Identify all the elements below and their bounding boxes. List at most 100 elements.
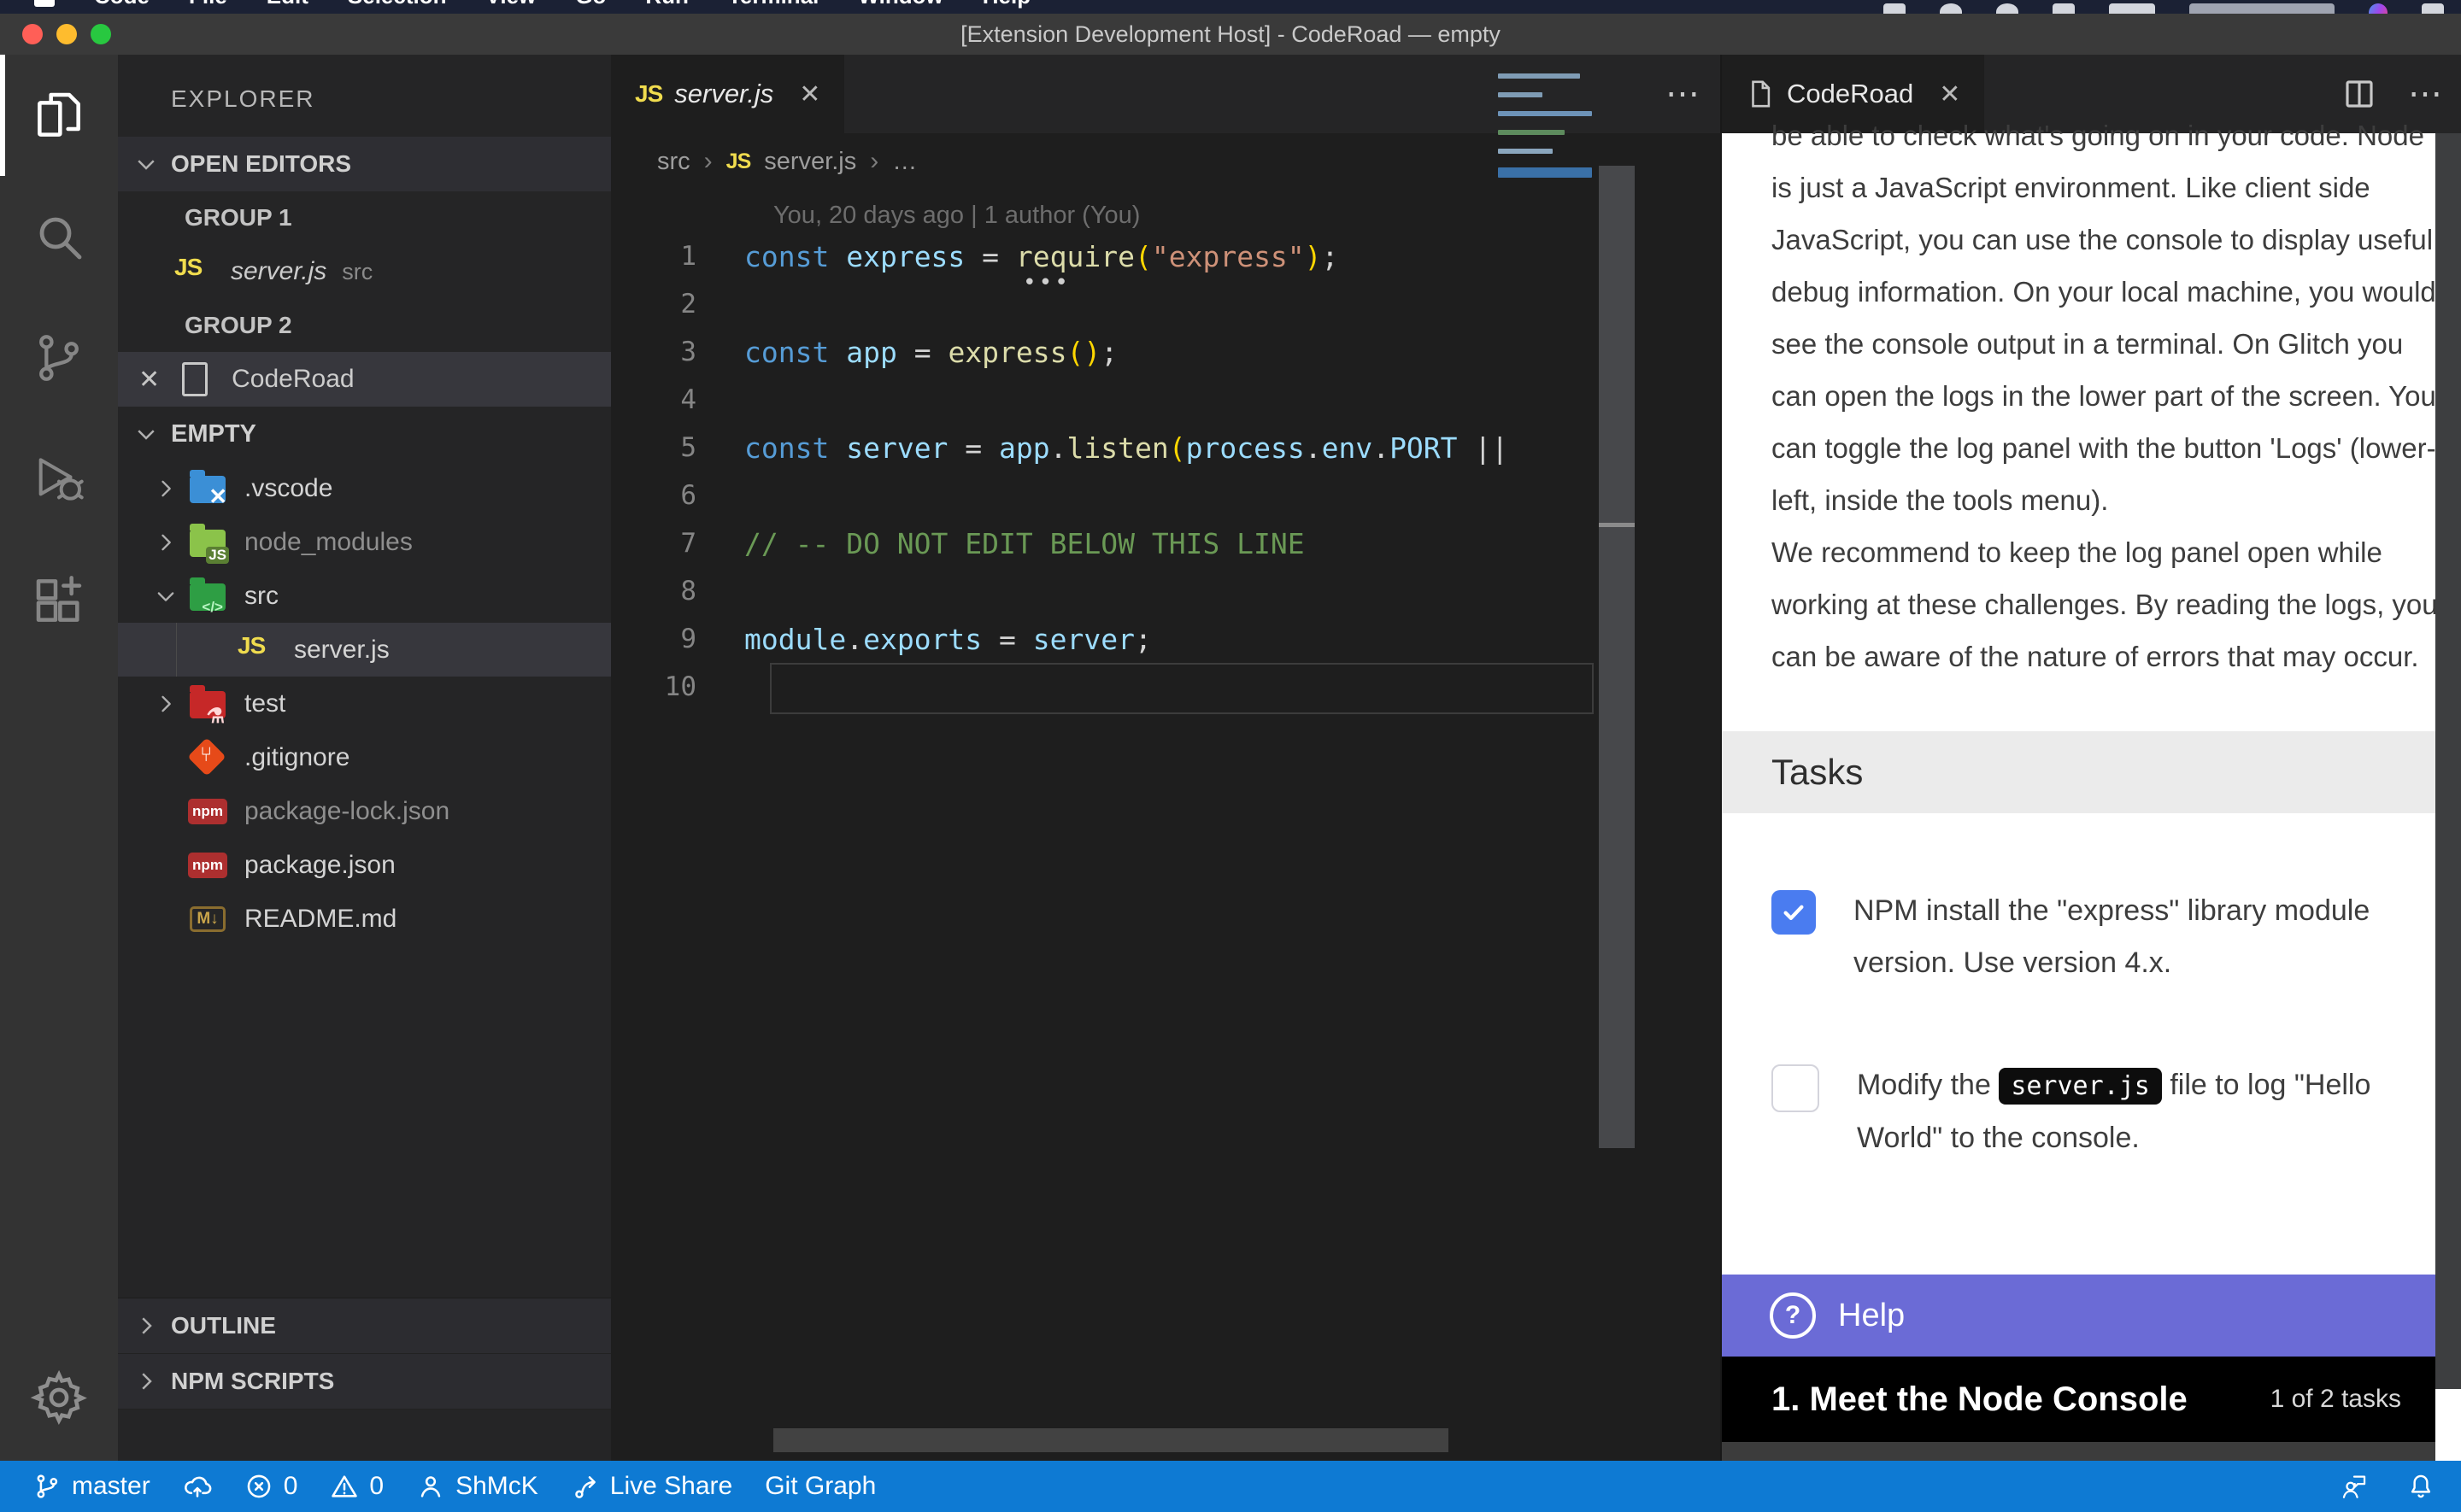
- siri-icon: [2369, 3, 2388, 14]
- chevron-right-icon[interactable]: [154, 692, 188, 716]
- split-editor-icon[interactable]: [2341, 76, 2377, 112]
- status-bar: master 0 0 ShMcK Live Share Git Graph: [0, 1461, 2461, 1512]
- tree-item-test[interactable]: ⚗test: [118, 677, 611, 730]
- minimap-current-line: [1498, 167, 1592, 178]
- tree-item-label: package.json: [244, 851, 396, 880]
- statusbar-0[interactable]: 0: [330, 1472, 384, 1501]
- tree-item-src[interactable]: </>src: [118, 569, 611, 623]
- activity-source-control-icon[interactable]: [0, 297, 118, 419]
- task-checkbox-unchecked[interactable]: [1771, 1064, 1819, 1112]
- tree-item--vscode[interactable]: ✕.vscode: [118, 461, 611, 515]
- open-editor-server-js[interactable]: JSserver.jssrc: [118, 244, 611, 299]
- menu-code[interactable]: Code: [94, 0, 150, 9]
- statusbar-bell[interactable]: [2406, 1472, 2435, 1501]
- statusbar-label: 0: [284, 1472, 298, 1501]
- menu-terminal[interactable]: Terminal: [728, 0, 819, 9]
- chevron-right-icon[interactable]: [154, 530, 188, 554]
- code-text: // -- DO NOT EDIT BELOW THIS LINE: [744, 527, 1305, 560]
- chevron-right-icon: [133, 1368, 171, 1394]
- open-editors-section-header[interactable]: OPEN EDITORS: [118, 137, 611, 191]
- editor-horizontal-scrollbar[interactable]: [773, 1428, 1448, 1452]
- activity-explorer-icon[interactable]: [0, 55, 118, 176]
- tree-item-server-js[interactable]: JSserver.js: [118, 623, 611, 677]
- help-label: Help: [1838, 1298, 1905, 1334]
- window-title: [Extension Development Host] - CodeRoad …: [0, 14, 2461, 55]
- code-editor[interactable]: 1const express = require("express");•••2…: [611, 232, 1720, 711]
- menu-window[interactable]: Window: [858, 0, 943, 9]
- chevron-down-icon[interactable]: [154, 584, 188, 608]
- outline-label: OUTLINE: [171, 1312, 276, 1339]
- editor-vertical-scrollbar[interactable]: [1599, 166, 1635, 1148]
- window-title-bar: [Extension Development Host] - CodeRoad …: [0, 14, 2461, 56]
- tree-item-package-lock-json[interactable]: npmpackage-lock.json: [118, 784, 611, 838]
- menu-selection[interactable]: Selection: [348, 0, 447, 9]
- activity-search-icon[interactable]: [0, 176, 118, 297]
- statusbar-live-share[interactable]: Live Share: [571, 1472, 732, 1501]
- tree-item-package-json[interactable]: npmpackage.json: [118, 838, 611, 892]
- menu-go[interactable]: Go: [575, 0, 606, 9]
- menu-file[interactable]: File: [189, 0, 227, 9]
- line-number: 2: [611, 289, 696, 319]
- explorer-sidebar: EXPLORER OPEN EDITORS GROUP 1JSserver.js…: [118, 55, 611, 1461]
- npm-scripts-section-header[interactable]: NPM SCRIPTS: [118, 1354, 611, 1409]
- apple-menu-icon[interactable]: [34, 0, 55, 7]
- breadcrumb-src[interactable]: src: [657, 148, 690, 176]
- help-bar[interactable]: ? Help: [1722, 1275, 2435, 1357]
- macos-menu-bar: Code File Edit Selection View Go Run Terminal Wi…: [0, 0, 2461, 14]
- code-line-4: 4: [611, 376, 1720, 424]
- menu-run[interactable]: Run: [645, 0, 689, 9]
- settings-gear-icon[interactable]: [0, 1368, 118, 1427]
- statusbar-cloud-upload[interactable]: [183, 1472, 212, 1501]
- open-editor-coderoad[interactable]: ✕CodeRoad: [118, 352, 611, 407]
- chevron-right-icon[interactable]: [154, 477, 188, 501]
- tree-item-readme-md[interactable]: M↓README.md: [118, 892, 611, 946]
- task-item: NPM install the "express" library module…: [1771, 885, 2440, 989]
- tree-item-node_modules[interactable]: JSnode_modules: [118, 515, 611, 569]
- tab-server-js[interactable]: JS server.js ✕: [611, 55, 844, 133]
- close-tab-icon[interactable]: ✕: [1939, 79, 1960, 109]
- editor-actions-more-icon[interactable]: ⋯: [1665, 74, 1700, 114]
- folder-section-header[interactable]: EMPTY: [118, 407, 611, 461]
- code-line-6: 6: [611, 472, 1720, 519]
- minimap-line: [1498, 111, 1592, 116]
- status-glyph-icon: [1996, 3, 2018, 14]
- statusbar-feedback[interactable]: [2340, 1472, 2369, 1501]
- code-line-3: 3const app = express();: [611, 328, 1720, 376]
- line-number: 10: [611, 671, 696, 702]
- statusbar-git-graph[interactable]: Git Graph: [765, 1472, 876, 1501]
- statusbar-0[interactable]: 0: [244, 1472, 298, 1501]
- minimap[interactable]: [1498, 73, 1592, 191]
- tree-item--gitignore[interactable]: ⑂.gitignore: [118, 730, 611, 784]
- outline-section-header[interactable]: OUTLINE: [118, 1298, 611, 1354]
- breadcrumb-server-js[interactable]: server.js: [764, 148, 856, 176]
- statusbar-label: ShMcK: [455, 1472, 538, 1501]
- code-line-8: 8: [611, 567, 1720, 615]
- code-text: const app = express();: [744, 336, 1118, 369]
- activity-run-debug-icon[interactable]: [0, 419, 118, 540]
- statusbar-shmck[interactable]: ShMcK: [416, 1472, 538, 1501]
- statusbar-master[interactable]: master: [32, 1472, 150, 1501]
- menu-edit[interactable]: Edit: [267, 0, 308, 9]
- statusbar-label: Live Share: [610, 1472, 732, 1501]
- open-editors-group-label: GROUP 1: [118, 191, 611, 244]
- close-editor-icon[interactable]: ✕: [138, 365, 160, 395]
- js-file-icon: JS: [174, 252, 214, 291]
- breadcrumb-symbol[interactable]: …: [892, 148, 917, 176]
- status-glyph-icon: [1883, 3, 1906, 14]
- menu-help[interactable]: Help: [983, 0, 1031, 9]
- activity-extensions-icon[interactable]: [0, 540, 118, 661]
- task-checkbox-checked[interactable]: [1771, 890, 1816, 935]
- open-editors-group-label: GROUP 2: [118, 299, 611, 352]
- menu-view[interactable]: View: [486, 0, 537, 9]
- lesson-title: 1. Meet the Node Console: [1771, 1380, 2188, 1419]
- webview-scrollbar[interactable]: [2435, 133, 2461, 1461]
- tab-label: CodeRoad: [1787, 79, 1913, 109]
- task-item: Modify the server.js file to log "Hello …: [1771, 1059, 2440, 1164]
- statusbar-label: 0: [369, 1472, 384, 1501]
- close-tab-icon[interactable]: ✕: [799, 79, 820, 109]
- line-number: 9: [611, 624, 696, 654]
- webview-more-actions-icon[interactable]: ⋯: [2408, 74, 2442, 114]
- current-line-highlight: [770, 663, 1594, 714]
- test-file-icon: ⚗: [188, 684, 227, 724]
- editor-label: server.js: [231, 257, 326, 286]
